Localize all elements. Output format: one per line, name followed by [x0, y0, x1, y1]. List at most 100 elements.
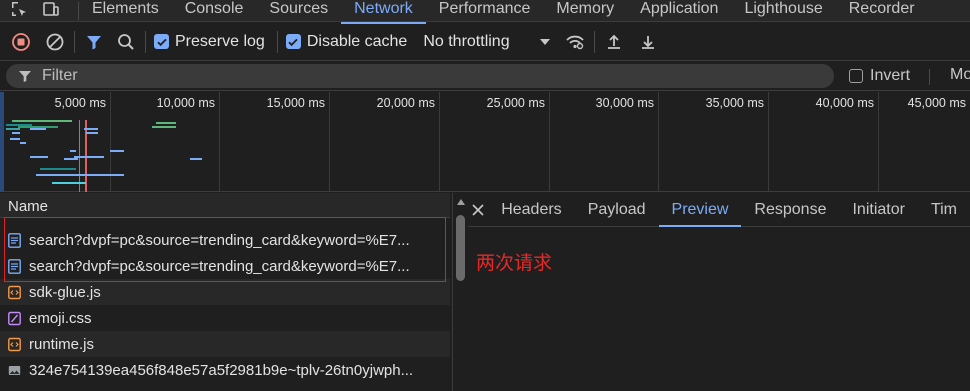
scroll-up-arrow-icon[interactable]: [457, 199, 465, 205]
toolbar-separator: [276, 30, 278, 53]
stylesheet-file-icon: [8, 311, 21, 326]
request-detail-panel: Headers Payload Preview Response Initiator Ti…: [468, 193, 970, 391]
timeline-request-bar: [74, 156, 104, 158]
request-row[interactable]: emoji.css: [0, 305, 450, 331]
invert-checkbox[interactable]: Invert: [849, 67, 910, 85]
network-toolbar: Preserve log Disable cache No throttling: [0, 23, 970, 61]
throttling-select[interactable]: No throttling: [423, 32, 550, 51]
tab-recorder[interactable]: Recorder: [836, 0, 928, 22]
network-conditions-icon[interactable]: [562, 29, 588, 55]
preserve-log-check-icon[interactable]: [154, 34, 169, 49]
tab-elements[interactable]: Elements: [79, 0, 172, 22]
timeline-request-bar: [20, 142, 26, 144]
tab-lighthouse[interactable]: Lighthouse: [731, 0, 835, 22]
record-stop-icon[interactable]: [8, 29, 34, 55]
tab-console[interactable]: Console: [172, 0, 257, 22]
invert-box[interactable]: [849, 69, 863, 83]
filter-funnel-icon[interactable]: [81, 29, 107, 55]
tab-performance[interactable]: Performance: [426, 0, 544, 22]
name-column-header[interactable]: Name: [0, 193, 450, 218]
script-file-icon: [8, 285, 21, 300]
tab-application[interactable]: Application: [627, 0, 731, 22]
annotation-text: 两次请求: [476, 252, 553, 274]
timeline-tick-label: 15,000 ms: [266, 96, 325, 110]
timeline-request-bar: [100, 174, 124, 176]
chevron-down-icon: [539, 38, 550, 45]
search-icon[interactable]: [113, 29, 139, 55]
timeline-overview[interactable]: 5,000 ms 10,000 ms 15,000 ms 20,000 ms 25,00…: [0, 92, 970, 192]
invert-label: Invert: [870, 67, 911, 84]
detail-tab-initiator[interactable]: Initiator: [839, 193, 917, 227]
timeline-request-bar: [86, 132, 98, 134]
toolbar-separator: [145, 30, 146, 53]
timeline-request-bar: [52, 182, 86, 184]
detail-tab-tim[interactable]: Tim: [918, 193, 970, 227]
timeline-tick-label: 45,000 ms: [907, 96, 966, 110]
request-name: runtime.js: [29, 335, 95, 353]
filter-placeholder: Filter: [42, 67, 78, 84]
toolbar-separator: [593, 30, 595, 53]
timeline-tick-label: 25,000 ms: [486, 96, 545, 110]
timeline-gridline: [658, 92, 659, 192]
filter-icon: [19, 71, 31, 82]
timeline-request-bar: [12, 120, 72, 122]
tool-icons: [0, 0, 78, 22]
export-har-icon[interactable]: [635, 29, 661, 55]
preserve-log-checkbox[interactable]: Preserve log: [154, 33, 265, 51]
timeline-gridline: [878, 92, 879, 192]
script-file-icon: [8, 337, 21, 352]
request-row[interactable]: sdk-glue.js: [0, 279, 450, 305]
request-row[interactable]: 324e754139ea456f848e57a5f2981b9e~tplv-26…: [0, 357, 450, 383]
timeline-gridline: [329, 92, 330, 192]
tab-sources[interactable]: Sources: [256, 0, 341, 22]
timeline-request-bar: [30, 128, 46, 130]
timeline-request-bar: [12, 132, 20, 134]
request-list-scrollbar[interactable]: [452, 193, 468, 391]
throttling-value: No throttling: [423, 32, 510, 50]
timeline-tick-label: 10,000 ms: [156, 96, 215, 110]
timeline-request-bar: [70, 150, 76, 152]
disable-cache-check-icon[interactable]: [285, 34, 301, 49]
request-row[interactable]: runtime.js: [0, 331, 450, 357]
tab-memory[interactable]: Memory: [543, 0, 627, 22]
disable-cache-checkbox[interactable]: Disable cache: [285, 32, 408, 51]
filter-separator: [929, 69, 930, 85]
more-filters-label[interactable]: Mo: [950, 66, 970, 84]
import-har-icon[interactable]: [601, 29, 627, 55]
device-toolbar-icon[interactable]: [42, 0, 60, 22]
timeline-request-bar: [10, 138, 20, 140]
timeline-request-bar: [84, 128, 98, 130]
filter-row: Filter Invert Mo: [0, 61, 970, 91]
detail-tab-headers[interactable]: Headers: [488, 193, 574, 227]
timeline-gridline: [549, 92, 550, 192]
devtools-tabbar: Elements Console Sources Network Performance…: [0, 0, 970, 24]
timeline-tick-label: 40,000 ms: [815, 96, 874, 110]
detail-tab-preview[interactable]: Preview: [658, 193, 742, 227]
tab-network[interactable]: Network: [341, 0, 426, 24]
filter-input[interactable]: Filter: [6, 64, 834, 88]
toolbar-separator: [74, 30, 75, 53]
timeline-selection-handle[interactable]: [0, 92, 4, 192]
main-tabs: Elements Console Sources Network Performance…: [79, 0, 928, 24]
timeline-gridline: [439, 92, 440, 192]
request-name: emoji.css: [29, 309, 92, 327]
timeline-request-bar: [190, 158, 202, 160]
detail-tab-payload[interactable]: Payload: [575, 193, 659, 227]
timeline-request-bar: [156, 122, 176, 124]
timeline-request-bar: [64, 158, 78, 160]
timeline-request-bar: [152, 126, 176, 128]
close-icon[interactable]: [468, 203, 488, 217]
disable-cache-label: Disable cache: [306, 32, 408, 50]
clear-icon[interactable]: [42, 29, 68, 55]
image-file-icon: [8, 363, 21, 378]
annotation-highlight-box: [4, 217, 446, 282]
scroll-thumb[interactable]: [456, 215, 465, 281]
timeline-request-bar: [36, 174, 100, 176]
timeline-tick-label: 35,000 ms: [705, 96, 764, 110]
timeline-tick-label: 30,000 ms: [595, 96, 654, 110]
inspect-element-icon[interactable]: [10, 0, 28, 22]
timeline-gridline: [110, 92, 111, 192]
detail-tab-response[interactable]: Response: [741, 193, 839, 227]
timeline-gridline: [219, 92, 220, 192]
preserve-log-label: Preserve log: [175, 32, 265, 50]
